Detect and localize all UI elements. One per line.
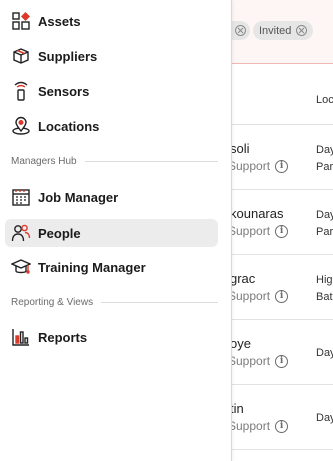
section-label: Reporting & Views: [11, 297, 94, 308]
reports-icon: [10, 326, 32, 348]
column-header-location[interactable]: Loc: [316, 94, 333, 106]
role-label: Support: [228, 224, 271, 238]
role-label: Support: [228, 419, 271, 433]
filter-bar: Invited: [222, 0, 333, 64]
table-row[interactable]: kounaras Support i Day Par: [228, 190, 333, 255]
role-label: Support: [228, 159, 271, 173]
sidebar-item-reports[interactable]: Reports: [5, 323, 218, 351]
job-manager-icon: [10, 186, 32, 208]
person-role: Support i: [228, 289, 289, 303]
role-label: Support: [228, 289, 271, 303]
sidebar-item-assets[interactable]: Assets: [5, 7, 218, 35]
table-row[interactable]: oye Support i Day: [228, 320, 333, 385]
section-label: Managers Hub: [11, 156, 77, 167]
suppliers-icon: [10, 45, 32, 67]
sidebar-item-locations[interactable]: Locations: [5, 112, 218, 140]
location-line: Hig: [316, 274, 333, 286]
sensors-icon: [10, 80, 32, 102]
sidebar-item-label: Sensors: [38, 83, 90, 99]
sidebar-item-label: People: [38, 225, 81, 241]
person-name: oye: [230, 336, 251, 351]
section-header-managers-hub: Managers Hub: [11, 156, 218, 167]
remove-chip-icon[interactable]: [296, 25, 308, 36]
person-role: Support i: [228, 224, 289, 238]
role-label: Support: [228, 354, 271, 368]
person-role: Support i: [228, 419, 289, 433]
assets-icon: [10, 10, 32, 32]
location-line: Day: [316, 144, 333, 156]
sidebar-item-job-manager[interactable]: Job Manager: [5, 183, 218, 211]
person-role: Support i: [228, 354, 289, 368]
location-line: Par: [316, 161, 333, 173]
training-manager-icon: [10, 256, 32, 278]
remove-chip-icon[interactable]: [235, 25, 246, 36]
location-line: Day: [316, 209, 333, 221]
location-line: Par: [316, 226, 333, 238]
people-table-panel: Invited Loc soli Support i Day Par kounar…: [222, 0, 333, 461]
info-icon[interactable]: i: [275, 354, 289, 368]
sidebar-item-label: Locations: [38, 118, 100, 134]
sidebar-item-people[interactable]: People: [5, 219, 218, 247]
info-icon[interactable]: i: [275, 289, 289, 303]
location-line: Day: [316, 412, 333, 424]
section-header-reporting-views: Reporting & Views: [11, 297, 218, 308]
sidebar-item-label: Training Manager: [38, 259, 146, 275]
sidebar-drawer: Assets Suppliers Sensors Locations Manag…: [0, 0, 232, 461]
location-line: Bat: [316, 291, 333, 303]
person-role: Support i: [228, 159, 289, 173]
table-row[interactable]: tin Support i Day: [228, 385, 333, 450]
sidebar-item-label: Assets: [38, 13, 81, 29]
sidebar-item-label: Reports: [38, 329, 88, 345]
filter-chip-invited[interactable]: Invited: [253, 21, 314, 40]
section-divider: [84, 161, 218, 162]
location-line: Day: [316, 347, 333, 359]
sidebar-item-label: Suppliers: [38, 48, 98, 64]
person-name: grac: [230, 271, 256, 286]
sidebar-item-training-manager[interactable]: Training Manager: [5, 253, 218, 281]
sidebar-item-sensors[interactable]: Sensors: [5, 77, 218, 105]
info-icon[interactable]: i: [275, 224, 289, 238]
sidebar-item-label: Job Manager: [38, 189, 119, 205]
table-row[interactable]: soli Support i Day Par: [228, 125, 333, 190]
person-name: soli: [230, 141, 250, 156]
people-icon: [10, 222, 32, 244]
info-icon[interactable]: i: [275, 419, 289, 433]
person-name: kounaras: [230, 206, 284, 221]
sidebar-item-suppliers[interactable]: Suppliers: [5, 42, 218, 70]
table-header: Loc: [232, 64, 333, 125]
person-name: tin: [230, 401, 244, 416]
info-icon[interactable]: i: [275, 159, 289, 173]
section-divider: [101, 302, 218, 303]
table-row[interactable]: grac Support i Hig Bat: [228, 255, 333, 320]
filter-chip-label: Invited: [259, 24, 292, 37]
locations-icon: [10, 115, 32, 137]
